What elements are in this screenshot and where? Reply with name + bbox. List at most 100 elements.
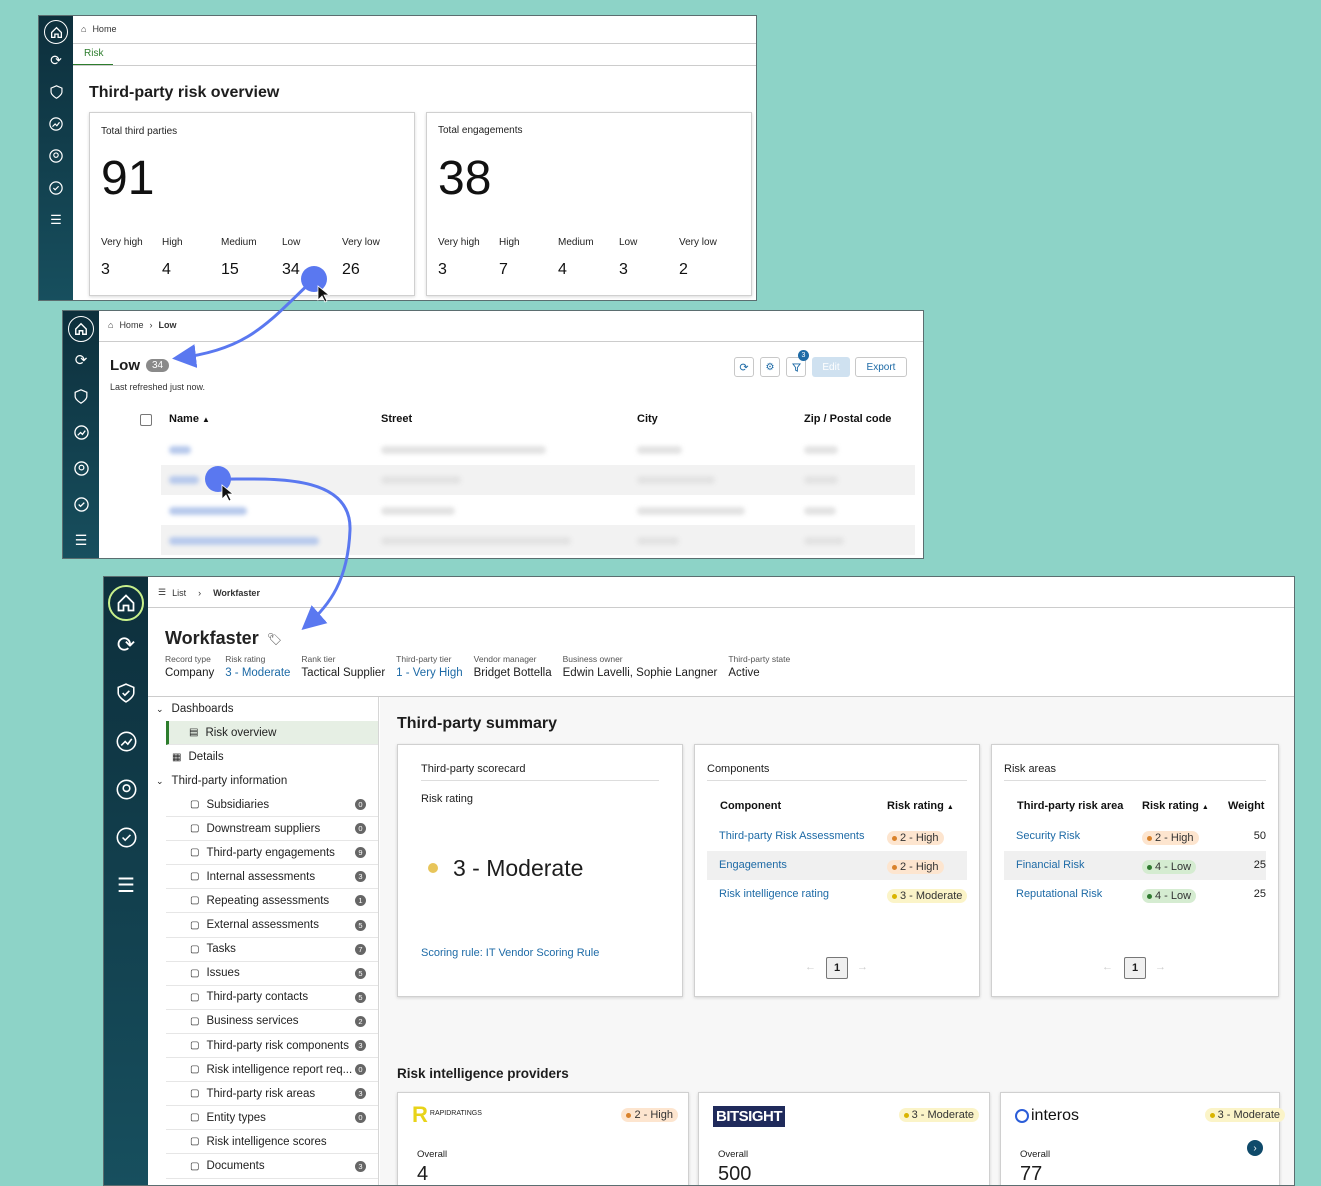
risk-area-link[interactable]: Financial Risk bbox=[1016, 859, 1084, 871]
column-header-risk-rating[interactable]: Risk rating ▲ bbox=[887, 800, 954, 812]
level-value-low[interactable]: 34 bbox=[282, 261, 300, 279]
nav-group-dashboards[interactable]: ⌄ Dashboards bbox=[148, 697, 378, 721]
risk-area-link[interactable]: Security Risk bbox=[1016, 830, 1080, 842]
column-header-name[interactable]: Name ▲ bbox=[169, 413, 210, 425]
page-button[interactable]: 1 bbox=[1124, 957, 1146, 979]
column-header-component[interactable]: Component bbox=[720, 800, 781, 812]
provider-card[interactable]: interos 3 - Moderate › Overall 77 bbox=[1000, 1092, 1285, 1185]
refresh-icon[interactable]: ⟳ bbox=[117, 621, 135, 669]
component-link[interactable]: Engagements bbox=[719, 859, 787, 871]
level-value[interactable]: 15 bbox=[221, 261, 239, 279]
level-value[interactable]: 7 bbox=[499, 261, 508, 279]
nav-item[interactable]: ▢ Risk intelligence scores bbox=[166, 1130, 378, 1155]
level-value[interactable]: 2 bbox=[679, 261, 688, 279]
column-header-zip[interactable]: Zip / Postal code bbox=[804, 413, 891, 425]
column-header-risk-area[interactable]: Third-party risk area bbox=[1017, 800, 1123, 812]
refresh-icon[interactable]: ⟳ bbox=[50, 44, 62, 76]
meta-value[interactable]: 1 - Very High bbox=[396, 667, 462, 679]
nav-item[interactable]: ▢ Subsidiaries 0 bbox=[166, 793, 378, 817]
page-button[interactable]: 1 bbox=[826, 957, 848, 979]
next-provider-button[interactable]: › bbox=[1247, 1140, 1263, 1156]
chart-icon[interactable] bbox=[49, 108, 63, 140]
provider-card[interactable]: BITSIGHT 3 - Moderate Overall 500 bbox=[698, 1092, 990, 1185]
next-page-icon[interactable]: → bbox=[857, 961, 868, 973]
nav-item[interactable]: ▢ Documents 3 bbox=[166, 1155, 378, 1179]
level-value[interactable]: 3 bbox=[101, 261, 110, 279]
prev-page-icon[interactable]: ← bbox=[805, 961, 816, 973]
risk-area-link[interactable]: Reputational Risk bbox=[1016, 888, 1102, 900]
nav-item[interactable]: ▢ Internal assessments 3 bbox=[166, 865, 378, 890]
table-row[interactable] bbox=[161, 495, 915, 525]
level-value[interactable]: 26 bbox=[342, 261, 360, 279]
settings-button[interactable]: ⚙ bbox=[760, 357, 780, 377]
column-header-weight[interactable]: Weight bbox=[1228, 800, 1264, 812]
refresh-button[interactable]: ⟳ bbox=[734, 357, 754, 377]
edit-button[interactable]: Edit bbox=[812, 357, 850, 377]
nav-item[interactable]: ▢ Tasks 7 bbox=[166, 938, 378, 962]
engagements-card[interactable]: Total engagements 38 Very high High Medi… bbox=[426, 112, 752, 296]
level-value[interactable]: 3 bbox=[619, 261, 628, 279]
next-page-icon[interactable]: → bbox=[1155, 961, 1166, 973]
nav-item[interactable]: ▢ Issues 5 bbox=[166, 962, 378, 986]
meta-value: Active bbox=[728, 667, 760, 679]
nav-item[interactable]: ▢ Downstream suppliers 0 bbox=[166, 817, 378, 842]
home-icon[interactable] bbox=[108, 585, 144, 621]
column-header-city[interactable]: City bbox=[637, 413, 658, 425]
home-icon[interactable] bbox=[44, 20, 68, 44]
tag-icon[interactable]: 🏷 bbox=[267, 632, 282, 646]
level-label: High bbox=[499, 237, 520, 248]
column-header-street[interactable]: Street bbox=[381, 413, 412, 425]
export-button[interactable]: Export bbox=[855, 357, 907, 377]
third-parties-card[interactable]: Total third parties 91 Very high High Me… bbox=[89, 112, 415, 296]
list-icon[interactable]: ☰ bbox=[75, 522, 88, 558]
scoring-rule-link[interactable]: Scoring rule: IT Vendor Scoring Rule bbox=[421, 947, 599, 959]
nav-item-label: Subsidiaries bbox=[206, 798, 270, 811]
breadcrumb-home[interactable]: Home bbox=[92, 24, 116, 34]
nav-group-third-party-info[interactable]: ⌄ Third-party information bbox=[148, 769, 378, 793]
people-icon[interactable] bbox=[49, 140, 63, 172]
table-row[interactable] bbox=[161, 465, 915, 495]
check-icon[interactable] bbox=[73, 486, 89, 522]
nav-item[interactable]: ▢ Business services 2 bbox=[166, 1010, 378, 1034]
chart-icon[interactable] bbox=[73, 414, 89, 450]
level-value[interactable]: 4 bbox=[162, 261, 171, 279]
chart-icon[interactable] bbox=[116, 717, 137, 765]
level-value[interactable]: 4 bbox=[558, 261, 567, 279]
shield-icon[interactable] bbox=[74, 378, 88, 414]
meta-value[interactable]: 3 - Moderate bbox=[225, 667, 290, 679]
document-icon: ▢ bbox=[190, 1112, 200, 1124]
people-icon[interactable] bbox=[116, 765, 137, 813]
provider-card[interactable]: R RAPIDRATINGS 2 - High Overall 4 bbox=[397, 1092, 689, 1185]
check-icon[interactable] bbox=[116, 813, 137, 861]
component-link[interactable]: Third-party Risk Assessments bbox=[719, 830, 864, 842]
nav-item[interactable]: ▢ Third-party risk areas 3 bbox=[166, 1082, 378, 1107]
shield-icon[interactable] bbox=[117, 669, 135, 717]
breadcrumb-list[interactable]: List bbox=[172, 588, 186, 598]
shield-icon[interactable] bbox=[49, 76, 63, 108]
list-icon[interactable]: ☰ bbox=[117, 861, 135, 909]
nav-item[interactable]: ▢ Entity types 0 bbox=[166, 1106, 378, 1131]
nav-item[interactable]: ▢ External assessments 5 bbox=[166, 914, 378, 938]
tab-risk[interactable]: Risk bbox=[84, 48, 103, 63]
list-icon[interactable]: ☰ bbox=[50, 204, 62, 236]
level-value[interactable]: 3 bbox=[438, 261, 447, 279]
check-icon[interactable] bbox=[49, 172, 63, 204]
nav-item[interactable]: ▢ Third-party engagements 9 bbox=[166, 841, 378, 866]
count-badge: 5 bbox=[355, 967, 366, 979]
nav-item[interactable]: ▢ Repeating assessments 1 bbox=[166, 889, 378, 914]
nav-item-details[interactable]: ▦ Details bbox=[148, 745, 378, 769]
prev-page-icon[interactable]: ← bbox=[1102, 961, 1113, 973]
nav-item-risk-overview[interactable]: ▤ Risk overview bbox=[166, 721, 378, 745]
column-header-risk-rating[interactable]: Risk rating ▲ bbox=[1142, 800, 1209, 812]
people-icon[interactable] bbox=[73, 450, 89, 486]
meta-value: Edwin Lavelli, Sophie Langner bbox=[562, 667, 718, 679]
overall-label: Overall bbox=[417, 1149, 448, 1160]
refresh-icon[interactable]: ⟳ bbox=[75, 342, 88, 378]
breadcrumb-home[interactable]: Home bbox=[119, 320, 143, 330]
nav-item[interactable]: ▢ Risk intelligence report req... 0 bbox=[166, 1058, 378, 1083]
select-all-checkbox[interactable] bbox=[140, 414, 152, 426]
nav-item[interactable]: ▢ Third-party risk components 3 bbox=[166, 1034, 378, 1058]
component-link[interactable]: Risk intelligence rating bbox=[719, 888, 829, 900]
home-icon[interactable] bbox=[68, 316, 94, 342]
nav-item[interactable]: ▢ Third-party contacts 5 bbox=[166, 986, 378, 1010]
